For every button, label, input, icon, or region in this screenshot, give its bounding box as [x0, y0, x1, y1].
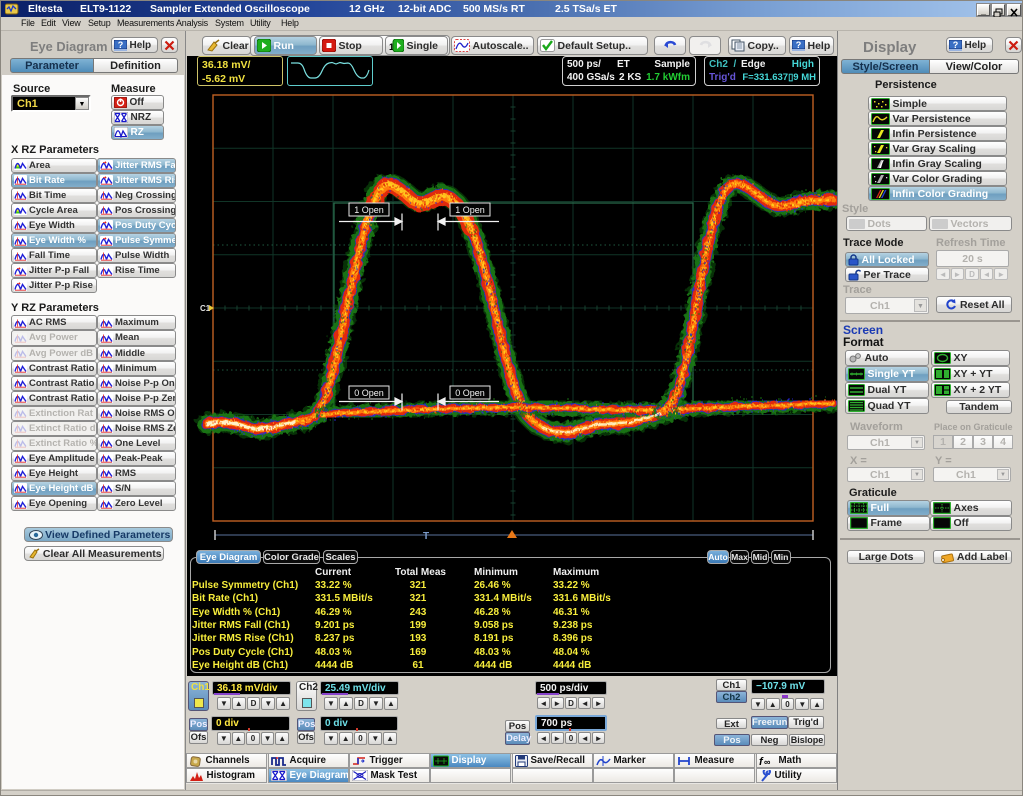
svg-text:?: ? [796, 40, 802, 50]
svg-text:?: ? [118, 40, 124, 50]
svg-text:1 Open: 1 Open [354, 205, 384, 215]
svg-text:0 Open: 0 Open [354, 388, 384, 398]
svg-text:0 Open: 0 Open [455, 388, 485, 398]
svg-text:∞: ∞ [764, 757, 771, 767]
svg-text:1 Open: 1 Open [455, 205, 485, 215]
svg-text:?: ? [953, 40, 959, 50]
svg-text:T: T [423, 531, 429, 542]
